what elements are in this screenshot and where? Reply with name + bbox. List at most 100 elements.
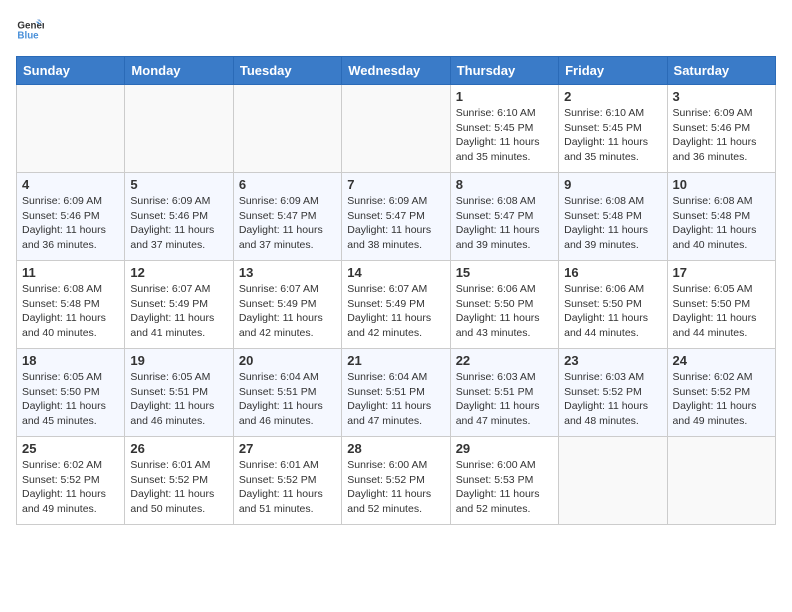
calendar-cell: 5 Sunrise: 6:09 AM Sunset: 5:46 PM Daylig… (125, 173, 233, 261)
calendar-cell (342, 85, 450, 173)
day-info: Sunrise: 6:05 AM Sunset: 5:50 PM Dayligh… (22, 370, 119, 429)
logo: General Blue (16, 16, 48, 44)
week-row-1: 1 Sunrise: 6:10 AM Sunset: 5:45 PM Daylig… (17, 85, 776, 173)
day-info: Sunrise: 6:08 AM Sunset: 5:47 PM Dayligh… (456, 194, 553, 253)
calendar-cell: 15 Sunrise: 6:06 AM Sunset: 5:50 PM Dayli… (450, 261, 558, 349)
calendar-cell: 18 Sunrise: 6:05 AM Sunset: 5:50 PM Dayli… (17, 349, 125, 437)
weekday-header-sunday: Sunday (17, 57, 125, 85)
calendar-cell: 4 Sunrise: 6:09 AM Sunset: 5:46 PM Daylig… (17, 173, 125, 261)
weekday-header-monday: Monday (125, 57, 233, 85)
calendar-cell: 13 Sunrise: 6:07 AM Sunset: 5:49 PM Dayli… (233, 261, 341, 349)
calendar-header-row: SundayMondayTuesdayWednesdayThursdayFrid… (17, 57, 776, 85)
day-info: Sunrise: 6:04 AM Sunset: 5:51 PM Dayligh… (347, 370, 444, 429)
calendar-cell: 23 Sunrise: 6:03 AM Sunset: 5:52 PM Dayli… (559, 349, 667, 437)
day-number: 15 (456, 265, 553, 280)
calendar-cell: 27Sunrise: 6:01 AM Sunset: 5:52 PM Dayli… (233, 437, 341, 525)
day-info: Sunrise: 6:02 AM Sunset: 5:52 PM Dayligh… (22, 458, 119, 517)
calendar-cell: 24 Sunrise: 6:02 AM Sunset: 5:52 PM Dayli… (667, 349, 775, 437)
day-number: 28 (347, 441, 444, 456)
day-info: Sunrise: 6:07 AM Sunset: 5:49 PM Dayligh… (130, 282, 227, 341)
calendar-cell (559, 437, 667, 525)
calendar-cell: 29 Sunrise: 6:00 AM Sunset: 5:53 PM Dayli… (450, 437, 558, 525)
calendar-cell (125, 85, 233, 173)
day-info: Sunrise: 6:00 AM Sunset: 5:52 PM Dayligh… (347, 458, 444, 517)
calendar-cell (17, 85, 125, 173)
calendar-cell: 26 Sunrise: 6:01 AM Sunset: 5:52 PM Dayli… (125, 437, 233, 525)
calendar-cell: 7 Sunrise: 6:09 AM Sunset: 5:47 PM Daylig… (342, 173, 450, 261)
day-number: 11 (22, 265, 119, 280)
day-info: Sunrise: 6:08 AM Sunset: 5:48 PM Dayligh… (564, 194, 661, 253)
day-info: Sunrise: 6:03 AM Sunset: 5:51 PM Dayligh… (456, 370, 553, 429)
day-number: 23 (564, 353, 661, 368)
day-number: 13 (239, 265, 336, 280)
calendar-cell: 8 Sunrise: 6:08 AM Sunset: 5:47 PM Daylig… (450, 173, 558, 261)
svg-text:Blue: Blue (17, 30, 39, 41)
day-info: Sunrise: 6:08 AM Sunset: 5:48 PM Dayligh… (673, 194, 770, 253)
day-number: 22 (456, 353, 553, 368)
calendar-cell (667, 437, 775, 525)
day-info: Sunrise: 6:07 AM Sunset: 5:49 PM Dayligh… (347, 282, 444, 341)
day-info: Sunrise: 6:08 AM Sunset: 5:48 PM Dayligh… (22, 282, 119, 341)
day-info: Sunrise: 6:05 AM Sunset: 5:51 PM Dayligh… (130, 370, 227, 429)
day-number: 9 (564, 177, 661, 192)
day-number: 24 (673, 353, 770, 368)
day-info: Sunrise: 6:09 AM Sunset: 5:47 PM Dayligh… (347, 194, 444, 253)
logo-icon: General Blue (16, 16, 44, 44)
day-info: Sunrise: 6:09 AM Sunset: 5:47 PM Dayligh… (239, 194, 336, 253)
day-info: Sunrise: 6:03 AM Sunset: 5:52 PM Dayligh… (564, 370, 661, 429)
calendar-cell: 12 Sunrise: 6:07 AM Sunset: 5:49 PM Dayli… (125, 261, 233, 349)
calendar-cell: 10 Sunrise: 6:08 AM Sunset: 5:48 PM Dayli… (667, 173, 775, 261)
day-number: 8 (456, 177, 553, 192)
day-info: Sunrise: 6:06 AM Sunset: 5:50 PM Dayligh… (564, 282, 661, 341)
weekday-header-wednesday: Wednesday (342, 57, 450, 85)
day-number: 29 (456, 441, 553, 456)
day-number: 7 (347, 177, 444, 192)
calendar-cell: 22 Sunrise: 6:03 AM Sunset: 5:51 PM Dayli… (450, 349, 558, 437)
calendar-cell: 3Sunrise: 6:09 AM Sunset: 5:46 PM Daylig… (667, 85, 775, 173)
day-info: Sunrise: 6:02 AM Sunset: 5:52 PM Dayligh… (673, 370, 770, 429)
weekday-header-thursday: Thursday (450, 57, 558, 85)
day-number: 27 (239, 441, 336, 456)
day-info: Sunrise: 6:09 AM Sunset: 5:46 PM Dayligh… (22, 194, 119, 253)
calendar-cell: 2 Sunrise: 6:10 AM Sunset: 5:45 PM Daylig… (559, 85, 667, 173)
day-number: 18 (22, 353, 119, 368)
calendar-cell: 11 Sunrise: 6:08 AM Sunset: 5:48 PM Dayli… (17, 261, 125, 349)
calendar-cell: 20 Sunrise: 6:04 AM Sunset: 5:51 PM Dayli… (233, 349, 341, 437)
day-info: Sunrise: 6:04 AM Sunset: 5:51 PM Dayligh… (239, 370, 336, 429)
calendar-cell: 6 Sunrise: 6:09 AM Sunset: 5:47 PM Daylig… (233, 173, 341, 261)
day-info: Sunrise: 6:01 AM Sunset: 5:52 PM Dayligh… (130, 458, 227, 517)
weekday-header-tuesday: Tuesday (233, 57, 341, 85)
day-number: 6 (239, 177, 336, 192)
day-number: 5 (130, 177, 227, 192)
day-number: 1 (456, 89, 553, 104)
calendar-cell: 1Sunrise: 6:10 AM Sunset: 5:45 PM Daylig… (450, 85, 558, 173)
day-number: 4 (22, 177, 119, 192)
calendar-cell: 16Sunrise: 6:06 AM Sunset: 5:50 PM Dayli… (559, 261, 667, 349)
day-info: Sunrise: 6:05 AM Sunset: 5:50 PM Dayligh… (673, 282, 770, 341)
calendar-cell (233, 85, 341, 173)
day-info: Sunrise: 6:10 AM Sunset: 5:45 PM Dayligh… (564, 106, 661, 165)
calendar-cell: 25Sunrise: 6:02 AM Sunset: 5:52 PM Dayli… (17, 437, 125, 525)
calendar-cell: 21 Sunrise: 6:04 AM Sunset: 5:51 PM Dayli… (342, 349, 450, 437)
day-number: 26 (130, 441, 227, 456)
day-number: 21 (347, 353, 444, 368)
week-row-4: 18 Sunrise: 6:05 AM Sunset: 5:50 PM Dayli… (17, 349, 776, 437)
day-info: Sunrise: 6:09 AM Sunset: 5:46 PM Dayligh… (130, 194, 227, 253)
day-number: 19 (130, 353, 227, 368)
page-header: General Blue (16, 16, 776, 44)
weekday-header-friday: Friday (559, 57, 667, 85)
calendar-cell: 17 Sunrise: 6:05 AM Sunset: 5:50 PM Dayli… (667, 261, 775, 349)
day-number: 2 (564, 89, 661, 104)
day-number: 10 (673, 177, 770, 192)
day-info: Sunrise: 6:07 AM Sunset: 5:49 PM Dayligh… (239, 282, 336, 341)
day-number: 3 (673, 89, 770, 104)
weekday-header-saturday: Saturday (667, 57, 775, 85)
day-info: Sunrise: 6:00 AM Sunset: 5:53 PM Dayligh… (456, 458, 553, 517)
day-number: 12 (130, 265, 227, 280)
calendar-cell: 9 Sunrise: 6:08 AM Sunset: 5:48 PM Daylig… (559, 173, 667, 261)
day-number: 17 (673, 265, 770, 280)
day-info: Sunrise: 6:06 AM Sunset: 5:50 PM Dayligh… (456, 282, 553, 341)
day-number: 20 (239, 353, 336, 368)
week-row-5: 25Sunrise: 6:02 AM Sunset: 5:52 PM Dayli… (17, 437, 776, 525)
calendar-cell: 19 Sunrise: 6:05 AM Sunset: 5:51 PM Dayli… (125, 349, 233, 437)
